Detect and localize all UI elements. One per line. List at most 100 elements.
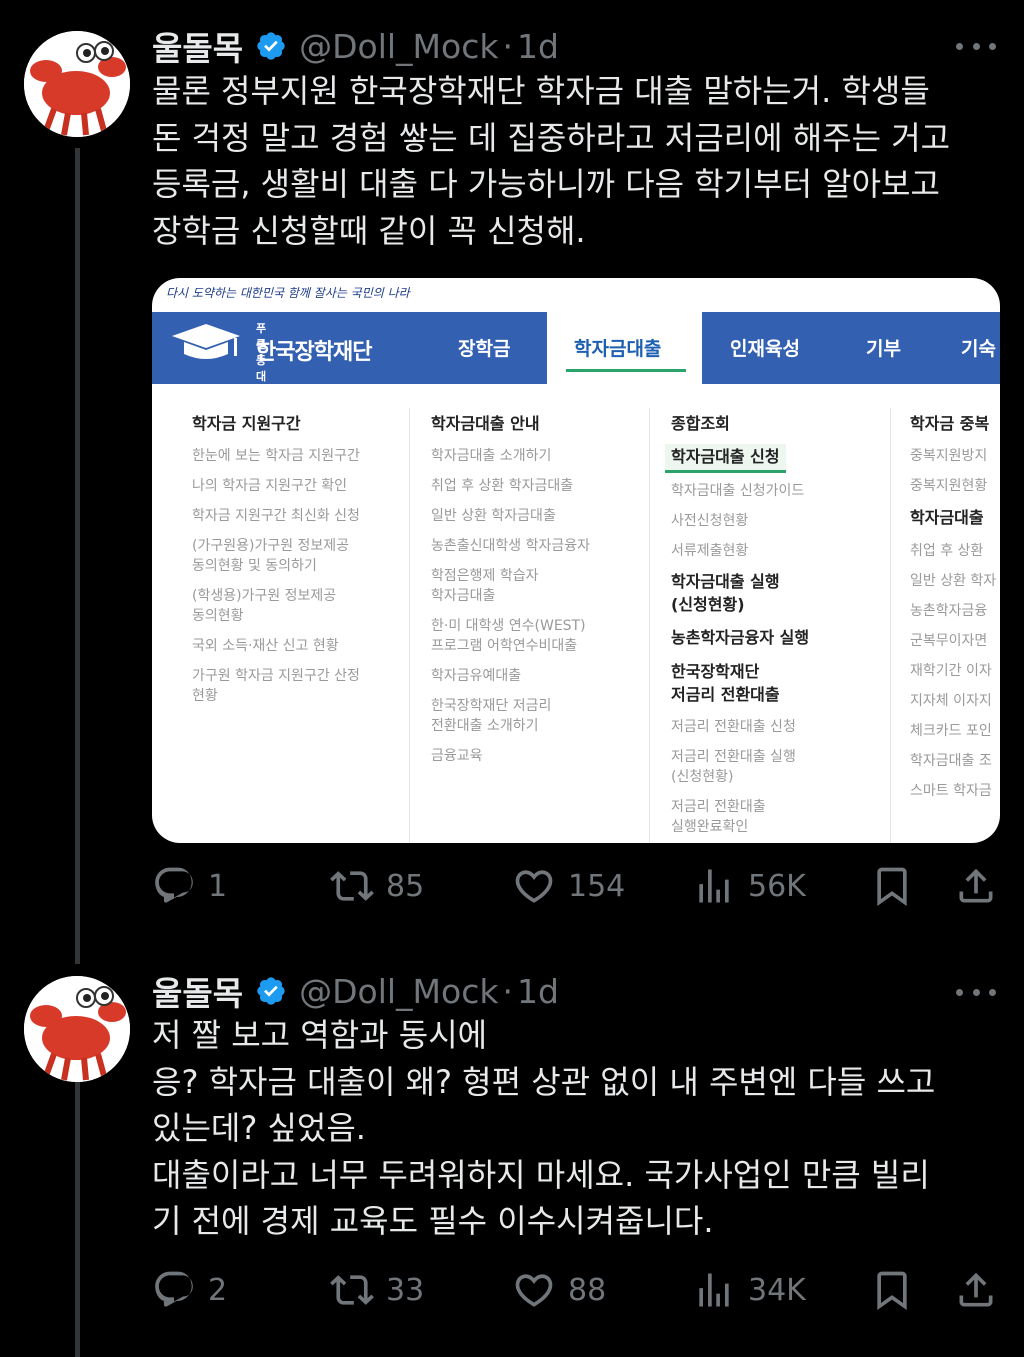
menu-item[interactable]: 동의현황 및 동의하기 <box>192 556 317 576</box>
menu-heading[interactable]: 학자금대출 실행 <box>671 571 780 593</box>
menu-item[interactable]: 지자체 이자지 <box>910 691 992 711</box>
reply-button[interactable]: 1 <box>152 864 227 908</box>
site-logo: 푸른등대 한국장학재단 <box>172 322 372 383</box>
site-navbar: 푸른등대 한국장학재단 장학금 학자금대출 인재육성 기부 기숙 <box>152 312 1000 384</box>
repost-button[interactable]: 33 <box>330 1268 424 1312</box>
menu-heading[interactable]: 학자금 지원구간 <box>192 413 301 435</box>
more-options-icon[interactable] <box>956 38 996 54</box>
menu-item[interactable]: 현황 <box>192 686 218 706</box>
menu-item[interactable]: 전환대출 소개하기 <box>431 716 539 736</box>
menu-item[interactable]: 실행완료확인 <box>671 817 748 837</box>
menu-item[interactable]: 일반 상환 학자 <box>910 571 996 591</box>
views-chart-icon <box>699 869 729 903</box>
views-button[interactable]: 34K <box>692 1268 806 1312</box>
menu-item[interactable]: 국외 소득·재산 신고 현황 <box>192 636 339 656</box>
text-line: 장학금 신청할때 같이 꼭 신청해. <box>152 211 586 250</box>
repost-icon <box>330 871 374 901</box>
display-name[interactable]: 울돌목 <box>152 967 243 1015</box>
tweet-header: 울돌목 @Doll_Mock · 1d <box>152 22 559 70</box>
menu-item[interactable]: (가구원용)가구원 정보제공 <box>192 536 349 556</box>
text-line: 있는데? 싶었음. <box>152 1109 366 1147</box>
menu-item[interactable]: (신청현황) <box>671 767 733 787</box>
menu-item[interactable]: 금융교육 <box>431 746 483 766</box>
menu-item[interactable]: 재학기간 이자 <box>910 661 992 681</box>
menu-item[interactable]: 스마트 학자금 <box>910 781 992 801</box>
nav-item-dormitory[interactable]: 기숙 <box>961 334 996 361</box>
menu-heading[interactable]: 종합조회 <box>671 413 730 435</box>
menu-item[interactable]: 중복지원방지 <box>910 446 987 466</box>
handle[interactable]: @Doll_Mock <box>299 27 498 66</box>
thread-connector-2 <box>75 1066 80 1357</box>
timestamp[interactable]: 1d <box>517 972 559 1011</box>
nav-item-scholarship[interactable]: 장학금 <box>458 334 510 361</box>
bookmark-button[interactable] <box>870 864 914 908</box>
menu-item[interactable]: 일반 상환 학자금대출 <box>431 506 556 526</box>
menu-item[interactable]: 저금리 전환대출 실행 <box>671 747 796 767</box>
menu-heading[interactable]: (신청현황) <box>671 594 745 616</box>
menu-item-loan-apply[interactable]: 학자금대출 신청 <box>665 444 786 473</box>
repost-count: 85 <box>386 868 425 904</box>
menu-item[interactable]: 동의현황 <box>192 606 244 626</box>
menu-item[interactable]: 학자금대출 조 <box>910 751 992 771</box>
menu-item[interactable]: 학자금유예대출 <box>431 666 521 686</box>
avatar[interactable] <box>24 31 130 137</box>
more-options-icon[interactable] <box>956 984 996 1000</box>
menu-heading[interactable]: 학자금대출 <box>910 507 984 529</box>
menu-item[interactable]: 체크카드 포인 <box>910 721 992 741</box>
view-count: 56K <box>748 868 806 904</box>
repost-button[interactable]: 85 <box>330 864 424 908</box>
menu-heading[interactable]: 학자금대출 안내 <box>431 413 540 435</box>
menu-item[interactable]: 한눈에 보는 학자금 지원구간 <box>192 446 360 466</box>
text-line: 저 짤 보고 역함과 동시에 <box>152 1016 488 1054</box>
menu-item[interactable]: 중복지원현황 <box>910 476 987 496</box>
menu-heading[interactable]: 한국장학재단 <box>671 661 759 683</box>
share-button[interactable] <box>954 1268 998 1312</box>
like-button[interactable]: 88 <box>512 1268 606 1312</box>
menu-item[interactable]: 한국장학재단 저금리 <box>431 696 551 716</box>
logo-name: 한국장학재단 <box>256 340 372 365</box>
menu-item[interactable]: 저금리 전환대출 <box>671 797 766 817</box>
menu-item[interactable]: 사전신청현황 <box>671 511 748 531</box>
attached-image[interactable]: 다시 도약하는 대한민국 함께 잘사는 국민의 나라 푸른등대 한국장학재단 장… <box>152 278 1000 843</box>
menu-heading[interactable]: 저금리 전환대출 <box>671 684 780 706</box>
menu-item[interactable]: 학자금대출 신청가이드 <box>671 481 804 501</box>
reply-button[interactable]: 2 <box>152 1268 227 1312</box>
avatar[interactable] <box>24 976 130 1082</box>
nav-item-talent[interactable]: 인재육성 <box>730 334 800 361</box>
menu-item[interactable]: 취업 후 상환 학자금대출 <box>431 476 573 496</box>
menu-heading[interactable]: 농촌학자금융자 실행 <box>671 627 809 649</box>
menu-item[interactable]: 한·미 대학생 연수(WEST) <box>431 616 586 636</box>
slogan-text: 다시 도약하는 대한민국 함께 잘사는 국민의 나라 <box>166 286 410 300</box>
menu-item[interactable]: 학자금대출 소개하기 <box>431 446 551 466</box>
nav-item-donation[interactable]: 기부 <box>866 334 901 361</box>
nav-item-loan[interactable]: 학자금대출 <box>574 334 661 361</box>
menu-item[interactable]: 농촌학자금융 <box>910 601 987 621</box>
menu-item[interactable]: 저금리 전환대출 신청 <box>671 717 796 737</box>
bookmark-button[interactable] <box>870 1268 914 1312</box>
like-button[interactable]: 154 <box>512 864 625 908</box>
share-button[interactable] <box>954 864 998 908</box>
text-line: 기 전에 경제 교육도 필수 이수시켜줍니다. <box>152 1202 714 1240</box>
handle[interactable]: @Doll_Mock <box>299 972 498 1011</box>
menu-item[interactable]: 나의 학자금 지원구간 확인 <box>192 476 347 496</box>
text-line: 응? 학자금 대출이 왜? 형편 상관 없이 내 주변엔 다들 쓰고 <box>152 1062 936 1101</box>
menu-item[interactable]: 가구원 학자금 지원구간 산정 <box>192 666 360 686</box>
menu-item[interactable]: 군복무이자면 <box>910 631 987 651</box>
heart-icon <box>515 870 553 903</box>
heart-icon <box>515 1274 553 1307</box>
timestamp[interactable]: 1d <box>517 27 559 66</box>
menu-heading[interactable]: 학자금 중복 <box>910 413 989 435</box>
views-button[interactable]: 56K <box>692 864 806 908</box>
menu-item[interactable]: 프로그램 어학연수비대출 <box>431 636 577 656</box>
menu-item[interactable]: 서류제출현황 <box>671 541 748 561</box>
menu-item[interactable]: 농촌출신대학생 학자금융자 <box>431 536 590 556</box>
verified-badge-icon <box>257 32 285 60</box>
menu-item[interactable]: (학생용)가구원 정보제공 <box>192 586 336 606</box>
menu-item[interactable]: 학점은행제 학습자 <box>431 566 539 586</box>
menu-item[interactable]: 취업 후 상환 <box>910 541 983 561</box>
menu-item[interactable]: 학자금 지원구간 최신화 신청 <box>192 506 360 526</box>
tweet-actions: 1 85 154 56K <box>152 864 1002 908</box>
menu-item[interactable]: 학자금대출 <box>431 586 495 606</box>
bookmark-icon <box>877 867 907 907</box>
display-name[interactable]: 울돌목 <box>152 22 243 70</box>
